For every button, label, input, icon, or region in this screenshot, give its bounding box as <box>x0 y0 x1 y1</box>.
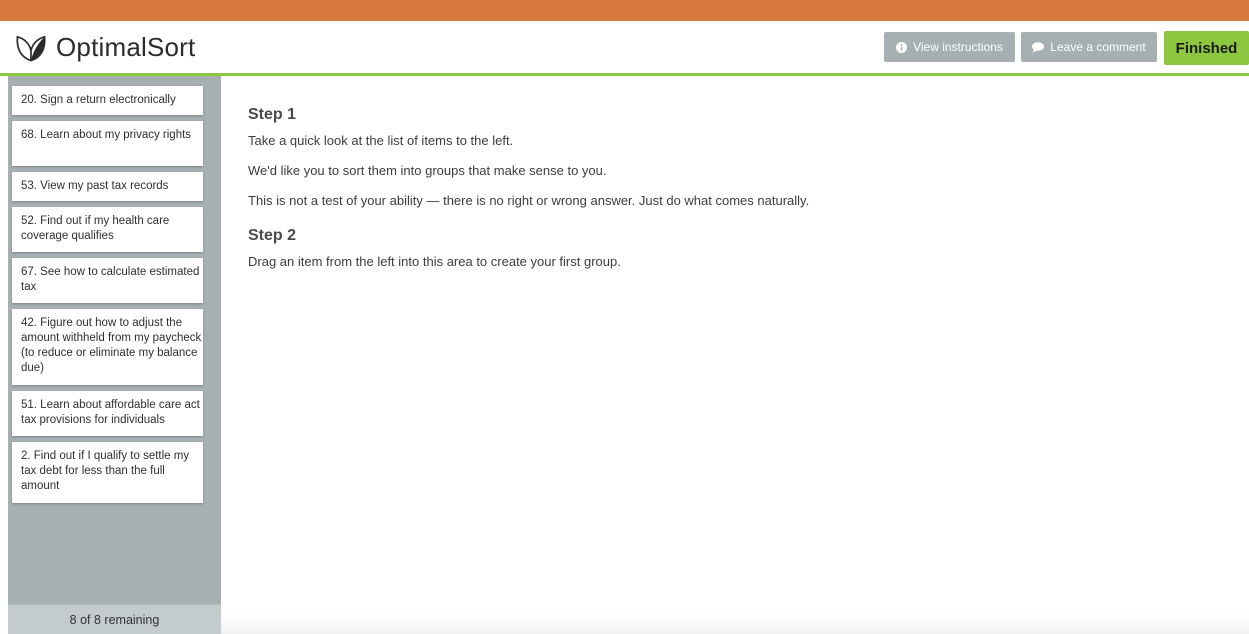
step2-heading: Step 2 <box>248 227 297 244</box>
step1-line: This is not a test of your ability — the… <box>248 193 810 208</box>
finished-button[interactable]: Finished <box>1164 31 1249 65</box>
step1-line: We'd like you to sort them into groups t… <box>248 163 607 178</box>
card-item[interactable]: 2. Find out if I qualify to settle my ta… <box>12 442 203 503</box>
info-icon <box>896 41 908 53</box>
leave-comment-label: Leave a comment <box>1050 40 1146 54</box>
sort-area[interactable]: Step 1 Take a quick look at the list of … <box>248 106 1228 284</box>
logo: OptimalSort <box>14 27 195 67</box>
header: OptimalSort View instructions Leave a co… <box>0 21 1249 76</box>
card-item[interactable]: 53. View my past tax records <box>12 172 203 201</box>
comment-icon <box>1032 41 1045 53</box>
bottom-edge <box>221 612 1249 634</box>
step1-line: Take a quick look at the list of items t… <box>248 133 514 148</box>
card-item[interactable]: 51. Learn about affordable care act tax … <box>12 391 203 436</box>
step1-heading: Step 1 <box>248 106 297 123</box>
card-list-sidebar: 20. Sign a return electronically 68. Lea… <box>8 76 221 634</box>
card-item[interactable]: 68. Learn about my privacy rights <box>12 121 203 166</box>
leave-comment-button[interactable]: Leave a comment <box>1021 32 1157 62</box>
card-item[interactable]: 52. Find out if my health care coverage … <box>12 207 203 252</box>
step2-line: Drag an item from the left into this are… <box>248 254 621 269</box>
app-name: OptimalSort <box>56 31 196 62</box>
remaining-count: 8 of 8 remaining <box>8 604 221 634</box>
card-item[interactable]: 67. See how to calculate estimated tax <box>12 258 203 303</box>
top-banner <box>0 0 1249 21</box>
card-item[interactable]: 20. Sign a return electronically <box>12 86 203 115</box>
view-instructions-label: View instructions <box>913 40 1003 54</box>
leaf-logo-icon <box>16 35 46 62</box>
card-item[interactable]: 42. Figure out how to adjust the amount … <box>12 309 203 385</box>
view-instructions-button[interactable]: View instructions <box>884 32 1015 62</box>
